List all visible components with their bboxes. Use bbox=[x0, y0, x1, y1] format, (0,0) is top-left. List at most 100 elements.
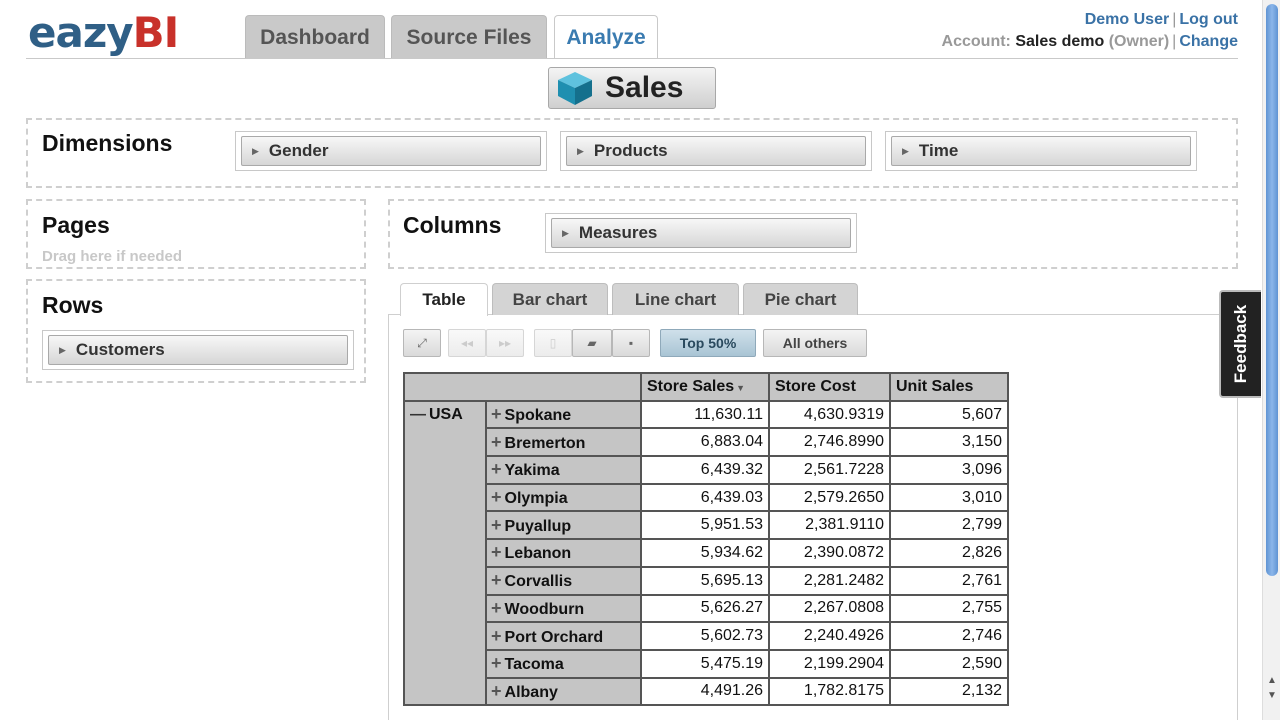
table-cell: 5,626.27 bbox=[640, 593, 770, 624]
table-cell: 5,934.62 bbox=[640, 538, 770, 568]
row-header-city[interactable]: + Bremerton bbox=[485, 427, 642, 458]
vertical-scrollbar[interactable]: ▲ ▼ bbox=[1262, 0, 1280, 720]
table-cell: 5,951.53 bbox=[640, 510, 770, 541]
table-cell: 4,630.9319 bbox=[768, 399, 891, 430]
collapse-icon[interactable]: — bbox=[410, 406, 426, 423]
table-cell: 2,755 bbox=[889, 593, 1009, 624]
prev-page-icon: ◂◂ bbox=[460, 336, 474, 350]
save-report-icon: ▪ bbox=[628, 336, 634, 350]
user-bar: Demo User | Log out Account: Sales demo (O… bbox=[941, 11, 1238, 50]
table-cell: 2,381.9110 bbox=[768, 510, 891, 541]
table-cell: 2,281.2482 bbox=[768, 565, 891, 596]
table-row: + Tacoma 5,475.19 2,199.2904 2,590 bbox=[404, 648, 1009, 679]
top-50-percent-button[interactable]: Top 50% bbox=[660, 329, 756, 357]
save-report-button[interactable]: ▪ bbox=[612, 329, 650, 357]
dimension-products-button[interactable]: ▶ Products bbox=[566, 136, 866, 166]
table-cell: 5,695.13 bbox=[640, 565, 770, 596]
table-cell: 11,630.11 bbox=[640, 399, 770, 430]
column-measures-label: Measures bbox=[578, 223, 658, 242]
row-header-city[interactable]: + Spokane bbox=[485, 399, 642, 430]
city-label: Tacoma bbox=[504, 656, 564, 674]
scrollbar-thumb[interactable] bbox=[1266, 4, 1278, 576]
city-label: Woodburn bbox=[504, 600, 585, 618]
eazybi-logo[interactable]: eazyBI bbox=[28, 8, 179, 57]
tab-line-chart[interactable]: Line chart bbox=[612, 283, 739, 315]
table-row: + Puyallup 5,951.53 2,381.9110 2,799 bbox=[404, 510, 1009, 541]
user-name-link[interactable]: Demo User bbox=[1085, 11, 1169, 28]
prev-page-button[interactable]: ◂◂ bbox=[448, 329, 486, 357]
dimension-slot-gender: ▶ Gender bbox=[235, 131, 547, 171]
row-header-country[interactable]: — USA bbox=[403, 399, 487, 707]
header-store-cost[interactable]: Store Cost bbox=[768, 372, 891, 402]
table-row: + Corvallis 5,695.13 2,281.2482 2,761 bbox=[404, 565, 1009, 596]
row-header-city[interactable]: + Olympia bbox=[485, 482, 642, 513]
column-measures-button[interactable]: ▶ Measures bbox=[551, 218, 851, 248]
tab-bar-chart[interactable]: Bar chart bbox=[492, 283, 608, 315]
scroll-down-icon[interactable]: ▼ bbox=[1267, 690, 1277, 701]
tab-pie-chart[interactable]: Pie chart bbox=[743, 283, 858, 315]
table-row: + Lebanon 5,934.62 2,390.0872 2,826 bbox=[404, 538, 1009, 568]
table-row: + Bremerton 6,883.04 2,746.8990 3,150 bbox=[404, 427, 1009, 458]
tab-dashboard[interactable]: Dashboard bbox=[245, 15, 385, 59]
triangle-right-icon: ▶ bbox=[902, 145, 909, 156]
logout-link[interactable]: Log out bbox=[1179, 11, 1238, 28]
table-cell: 2,799 bbox=[889, 510, 1009, 541]
fullscreen-button[interactable]: ⤢ bbox=[403, 329, 441, 357]
row-customers-button[interactable]: ▶ Customers bbox=[48, 335, 348, 365]
tab-source-files[interactable]: Source Files bbox=[391, 15, 547, 59]
triangle-right-icon: ▶ bbox=[562, 227, 569, 238]
dimension-gender-button[interactable]: ▶ Gender bbox=[241, 136, 541, 166]
dimension-time-button[interactable]: ▶ Time bbox=[891, 136, 1191, 166]
row-slot-customers: ▶ Customers bbox=[42, 330, 354, 370]
expand-icon[interactable]: + bbox=[491, 459, 502, 479]
dimension-products-label: Products bbox=[593, 141, 668, 160]
table-cell: 5,607 bbox=[889, 399, 1009, 430]
results-table: Store Sales ▼ Store Cost Unit Sales — USA +… bbox=[403, 372, 1009, 707]
next-page-button[interactable]: ▸▸ bbox=[486, 329, 524, 357]
pages-title: Pages bbox=[42, 212, 110, 238]
row-header-city[interactable]: + Port Orchard bbox=[485, 621, 642, 651]
scroll-up-icon[interactable]: ▲ bbox=[1267, 675, 1277, 686]
header-store-sales[interactable]: Store Sales ▼ bbox=[640, 372, 770, 402]
table-cell: 5,475.19 bbox=[640, 648, 770, 679]
expand-icon[interactable]: + bbox=[491, 653, 502, 673]
expand-icon[interactable]: + bbox=[491, 570, 502, 590]
logo-text-eazy: eazy bbox=[28, 8, 134, 57]
row-header-city[interactable]: + Tacoma bbox=[485, 648, 642, 679]
cube-icon bbox=[558, 72, 592, 105]
header-unit-sales[interactable]: Unit Sales bbox=[889, 372, 1009, 402]
row-header-city[interactable]: + Albany bbox=[485, 676, 642, 707]
all-others-button[interactable]: All others bbox=[763, 329, 867, 357]
expand-icon[interactable]: + bbox=[491, 598, 502, 618]
cube-selector-button[interactable]: Sales bbox=[548, 67, 716, 109]
tab-table[interactable]: Table bbox=[400, 283, 488, 316]
change-account-link[interactable]: Change bbox=[1179, 33, 1238, 50]
account-role: (Owner) bbox=[1108, 33, 1170, 50]
row-header-city[interactable]: + Corvallis bbox=[485, 565, 642, 596]
row-header-city[interactable]: + Puyallup bbox=[485, 510, 642, 541]
expand-icon[interactable]: + bbox=[491, 432, 502, 452]
tab-analyze[interactable]: Analyze bbox=[554, 15, 658, 59]
row-header-city[interactable]: + Woodburn bbox=[485, 593, 642, 624]
triangle-right-icon: ▶ bbox=[252, 145, 259, 156]
city-label: Spokane bbox=[504, 407, 572, 425]
account-name: Sales demo bbox=[1015, 33, 1105, 50]
expand-icon[interactable]: + bbox=[491, 487, 502, 507]
feedback-button[interactable]: Feedback bbox=[1219, 290, 1261, 398]
row-header-city[interactable]: + Lebanon bbox=[485, 538, 642, 568]
table-cell: 2,826 bbox=[889, 538, 1009, 568]
table-cell: 2,561.7228 bbox=[768, 455, 891, 485]
table-cell: 3,150 bbox=[889, 427, 1009, 458]
new-report-button[interactable]: ▯ bbox=[534, 329, 572, 357]
expand-icon[interactable]: + bbox=[491, 515, 502, 535]
row-header-city[interactable]: + Yakima bbox=[485, 455, 642, 485]
expand-icon[interactable]: + bbox=[491, 404, 502, 424]
expand-icon[interactable]: + bbox=[491, 542, 502, 562]
expand-icon[interactable]: + bbox=[491, 626, 502, 646]
next-page-icon: ▸▸ bbox=[498, 336, 512, 350]
table-cell: 2,761 bbox=[889, 565, 1009, 596]
triangle-right-icon: ▶ bbox=[59, 344, 66, 355]
new-report-icon: ▯ bbox=[549, 336, 557, 350]
open-report-button[interactable]: ▰ bbox=[572, 329, 612, 357]
expand-icon[interactable]: + bbox=[491, 681, 502, 701]
